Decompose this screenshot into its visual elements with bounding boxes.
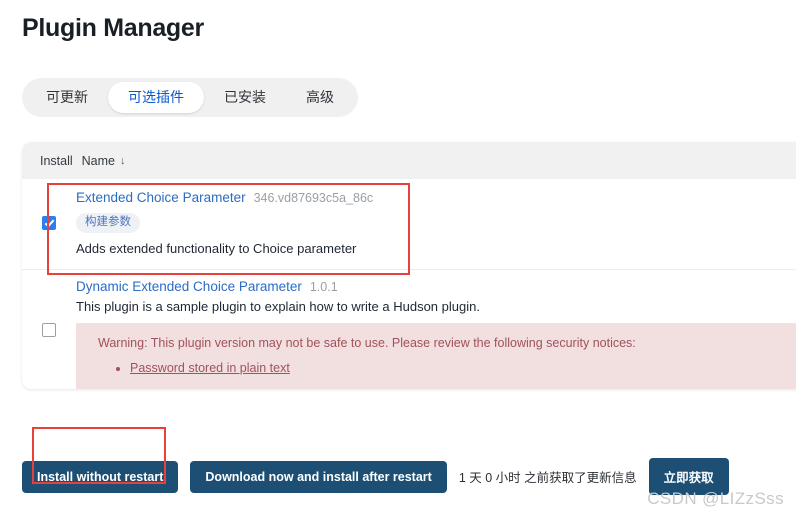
install-cell bbox=[22, 322, 76, 337]
list-item: Password stored in plain text bbox=[130, 361, 796, 375]
column-header-name[interactable]: Name ↓ bbox=[82, 154, 126, 168]
install-checkbox-dynamic-extended-choice-parameter[interactable] bbox=[42, 322, 56, 337]
page-title: Plugin Manager bbox=[22, 14, 204, 42]
download-now-install-after-restart-button[interactable]: Download now and install after restart bbox=[190, 460, 447, 493]
security-warning-text: Warning: This plugin version may not be … bbox=[98, 335, 636, 350]
tab-bar: 可更新 可选插件 已安装 高级 bbox=[22, 78, 358, 117]
plugin-name-link[interactable]: Dynamic Extended Choice Parameter bbox=[76, 278, 302, 296]
plugin-name-link[interactable]: Extended Choice Parameter bbox=[76, 189, 246, 207]
tab-installed[interactable]: 已安装 bbox=[204, 82, 286, 113]
install-checkbox-extended-choice-parameter[interactable] bbox=[42, 216, 56, 231]
plugin-tag-build-parameter[interactable]: 构建参数 bbox=[76, 213, 140, 233]
footer-action-bar: Install without restart Download now and… bbox=[22, 458, 729, 495]
sort-descending-icon: ↓ bbox=[120, 154, 126, 167]
tab-advanced[interactable]: 高级 bbox=[286, 82, 354, 113]
watermark: CSDN @LIZzSss bbox=[647, 489, 784, 508]
plugin-version: 1.0.1 bbox=[309, 280, 338, 295]
security-notice-link[interactable]: Password stored in plain text bbox=[130, 361, 290, 375]
plugin-title-line: Extended Choice Parameter 346.vd87693c5a… bbox=[76, 189, 796, 207]
column-header-name-label: Name bbox=[81, 153, 115, 168]
security-notice-list: Password stored in plain text bbox=[98, 361, 796, 375]
update-status-text: 1 天 0 小时 之前获取了更新信息 bbox=[458, 471, 637, 485]
plugin-info: Dynamic Extended Choice Parameter 1.0.1 … bbox=[76, 270, 796, 390]
table-header-row: Install Name ↓ bbox=[22, 142, 796, 179]
tab-available[interactable]: 可选插件 bbox=[108, 82, 204, 113]
plugin-excerpt: This plugin is a sample plugin to explai… bbox=[76, 299, 480, 315]
plugin-version: 346.vd87693c5a_86c bbox=[253, 191, 374, 205]
plugin-table-card: Install Name ↓ Extended Choice Parameter… bbox=[22, 142, 796, 390]
install-without-restart-button[interactable]: Install without restart bbox=[22, 460, 179, 493]
table-row[interactable]: Dynamic Extended Choice Parameter 1.0.1 … bbox=[22, 269, 796, 390]
plugin-labels: 构建参数 bbox=[76, 212, 796, 233]
tab-updates[interactable]: 可更新 bbox=[26, 82, 108, 113]
install-cell bbox=[22, 216, 76, 231]
table-row[interactable]: Extended Choice Parameter 346.vd87693c5a… bbox=[22, 179, 796, 270]
security-warning-box: Warning: This plugin version may not be … bbox=[76, 322, 796, 390]
column-header-install: Install bbox=[40, 153, 73, 168]
plugin-excerpt: Adds extended functionality to Choice pa… bbox=[76, 240, 357, 256]
plugin-title-line: Dynamic Extended Choice Parameter 1.0.1 bbox=[76, 278, 796, 296]
plugin-info: Extended Choice Parameter 346.vd87693c5a… bbox=[76, 189, 796, 257]
